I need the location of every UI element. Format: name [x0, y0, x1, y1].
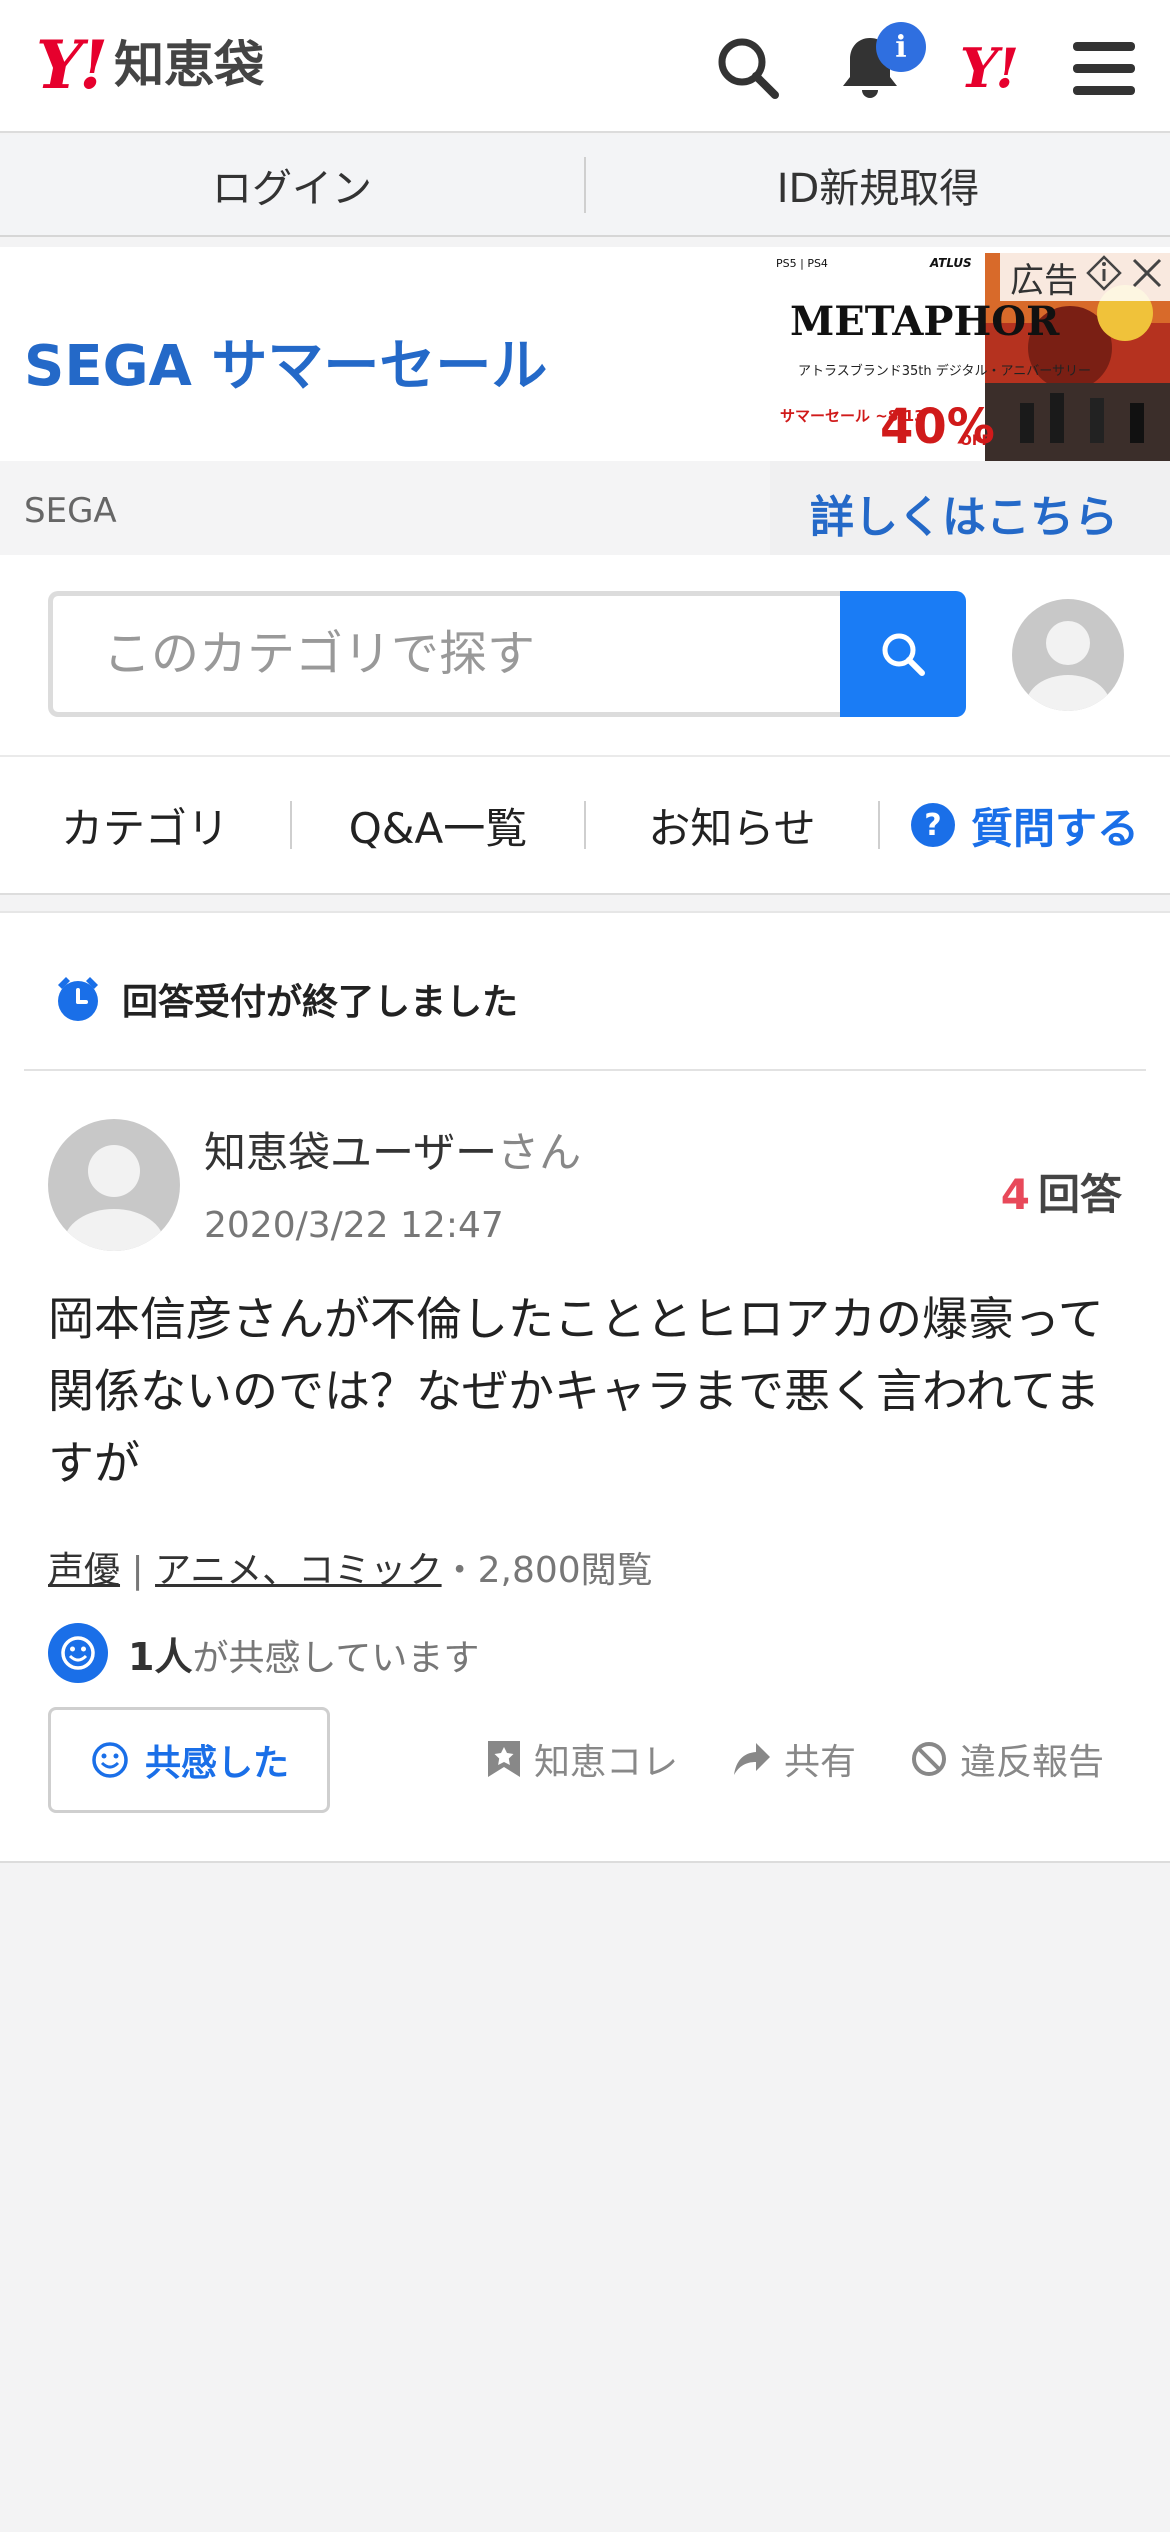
- view-count: ・2,800閲覧: [441, 1550, 653, 1591]
- empathy-count: 1人: [128, 1634, 193, 1679]
- search-button[interactable]: [840, 591, 966, 717]
- ad-publisher: ATLUS: [929, 256, 972, 270]
- question-body: 岡本信彦さんが不倫したこととヒロアカの爆豪って関係ないのでは？なぜかキャラまで悪…: [48, 1292, 1104, 1490]
- category-link-anime-comic[interactable]: アニメ、コミック: [155, 1550, 442, 1591]
- tab-qa-list[interactable]: Q&A一覧: [292, 795, 584, 856]
- tab-category[interactable]: カテゴリ: [0, 795, 290, 856]
- ad-game-title: METAPHOR: [790, 298, 1060, 345]
- ad-platforms: PS5 | PS4: [776, 257, 828, 270]
- answer-count[interactable]: 4 回答: [1001, 1161, 1122, 1222]
- smile-icon: [48, 1623, 108, 1683]
- search-icon: [882, 633, 925, 676]
- search-icon[interactable]: [708, 28, 788, 108]
- empathy-button-label: 共感した: [144, 1743, 289, 1784]
- prohibited-icon: [911, 1742, 946, 1776]
- search-field[interactable]: [48, 591, 842, 717]
- alarm-clock-icon: [58, 977, 98, 1021]
- question-actions: 知恵コレ 共有 違反報告: [486, 1733, 1104, 1785]
- question-card: 回答受付が終了しました 知恵袋ユーザーさん 2020/3/22 12:47 4回…: [0, 911, 1170, 1863]
- search-input[interactable]: [53, 596, 842, 712]
- smile-icon: [92, 1742, 128, 1778]
- questioner-name: 知恵袋ユーザーさん: [204, 1128, 582, 1177]
- ad-info-icon[interactable]: [1086, 254, 1122, 300]
- category-search: [0, 555, 1170, 755]
- ad-subtitle: アトラスブランド35th デジタル・アニバーサリー: [798, 363, 1091, 379]
- chiekore-button[interactable]: 知恵コレ: [486, 1733, 678, 1785]
- app-header: Y! 知恵袋 i Y!: [0, 0, 1170, 133]
- empathy-text: が共感しています: [192, 1637, 480, 1679]
- hamburger-menu-icon[interactable]: [1064, 28, 1144, 108]
- yahoo-top-icon[interactable]: Y!: [948, 28, 1028, 108]
- user-avatar[interactable]: [1012, 599, 1124, 711]
- ad-off: OFF: [960, 433, 991, 449]
- questioner-avatar: [48, 1119, 180, 1251]
- ad-image[interactable]: PS5 | PS4 ATLUS METAPHOR アトラスブランド35th デジ…: [770, 253, 1170, 461]
- chiebukuro-logo[interactable]: Y! 知恵袋: [36, 30, 264, 100]
- share-arrow-icon: [733, 1743, 770, 1775]
- answer-closed-text: 回答受付が終了しました: [122, 982, 519, 1023]
- report-button[interactable]: 違反報告: [910, 1733, 1104, 1785]
- notification-bell-icon[interactable]: i: [830, 22, 926, 108]
- sponsored-ad[interactable]: SEGA サマーセール PS5 | PS4 ATLUS METAPHOR アトラ…: [0, 247, 1170, 555]
- question-date: 2020/3/22 12:47: [204, 1205, 504, 1246]
- category-link-voice-actor[interactable]: 声優: [48, 1550, 120, 1591]
- question-meta: 声優 | アニメ、コミック・2,800閲覧: [48, 1550, 653, 1591]
- ad-cta-area[interactable]: 詳しくはこちら: [770, 461, 1170, 555]
- answer-closed-notice: 回答受付が終了しました: [52, 973, 518, 1025]
- login-link[interactable]: ログイン: [0, 156, 584, 214]
- ad-cta-link[interactable]: 詳しくはこちら: [810, 481, 1118, 545]
- category-tabs: カテゴリ Q&A一覧 お知らせ ? 質問する: [0, 755, 1170, 895]
- notification-badge: i: [876, 22, 926, 72]
- tab-notice[interactable]: お知らせ: [586, 795, 878, 856]
- ad-close-icon[interactable]: [1130, 256, 1164, 299]
- ask-question-label: 質問する: [970, 803, 1139, 853]
- ad-sponsor: SEGA: [24, 491, 117, 531]
- yahoo-logo-mark: Y!: [36, 26, 108, 104]
- empathy-button[interactable]: 共感した: [48, 1707, 330, 1813]
- bookmark-star-icon: [487, 1741, 520, 1777]
- signup-link[interactable]: ID新規取得: [586, 156, 1170, 214]
- share-button[interactable]: 共有: [732, 1733, 856, 1785]
- ad-footer: SEGA 詳しくはこちら: [0, 461, 1170, 555]
- question-icon: ?: [910, 803, 955, 847]
- login-bar: ログイン ID新規取得: [0, 135, 1170, 237]
- divider: [24, 1069, 1146, 1071]
- logo-text: 知恵袋: [114, 36, 265, 94]
- ad-label[interactable]: 広告: [1000, 253, 1170, 301]
- ad-content[interactable]: SEGA サマーセール PS5 | PS4 ATLUS METAPHOR アトラ…: [0, 253, 1170, 461]
- empathy-status: 1人が共感しています: [48, 1623, 479, 1683]
- ask-question-button[interactable]: ? 質問する: [880, 795, 1170, 856]
- ad-title[interactable]: SEGA サマーセール: [24, 321, 547, 402]
